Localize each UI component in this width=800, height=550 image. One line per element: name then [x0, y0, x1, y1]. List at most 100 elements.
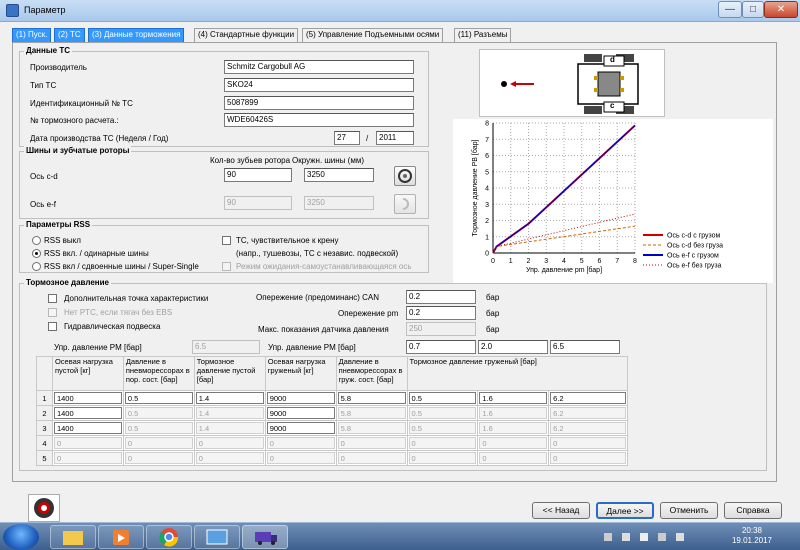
rss-single-radio[interactable] — [32, 249, 41, 258]
table-cell-input[interactable]: 0 — [337, 452, 406, 464]
clock-time: 20:38 — [741, 526, 762, 535]
taskbar-window[interactable] — [194, 525, 240, 549]
no-ptc-checkbox[interactable] — [48, 308, 57, 317]
taskbar-app-active[interactable] — [242, 525, 288, 549]
table-cell-input[interactable]: 1400 — [53, 392, 122, 404]
table-cell-input[interactable]: 0 — [195, 452, 264, 464]
table-cell-input[interactable]: 5.8 — [337, 407, 406, 419]
roll-sensitive-checkbox[interactable] — [222, 236, 231, 245]
tab-connectors[interactable]: (11) Разъемы — [454, 28, 512, 42]
taskbar-chrome[interactable] — [146, 525, 192, 549]
vehicle-data-group: Данные ТС Производитель Schmitz Cargobul… — [19, 46, 429, 147]
max-sensor-input[interactable]: 250 — [406, 322, 476, 336]
close-button[interactable]: ✕ — [764, 1, 798, 18]
table-cell: 0 — [548, 450, 628, 466]
taskbar-explorer[interactable] — [50, 525, 96, 549]
table-cell-input[interactable]: 0 — [337, 437, 406, 449]
manufacturer-input[interactable]: Schmitz Cargobull AG — [224, 60, 414, 74]
table-cell-input[interactable]: 9000 — [266, 392, 335, 404]
table-cell-input[interactable]: 9000 — [266, 407, 335, 419]
table-cell-input[interactable]: 0.5 — [124, 422, 193, 434]
table-cell-input[interactable]: 6.2 — [550, 422, 626, 434]
year-input[interactable]: 2011 — [376, 131, 414, 145]
table-cell-input[interactable]: 0 — [550, 437, 626, 449]
table-cell-input[interactable]: 6.2 — [550, 392, 626, 404]
table-cell-input[interactable]: 1.4 — [195, 392, 264, 404]
taskbar-media[interactable] — [98, 525, 144, 549]
table-cell: 1.4 — [193, 420, 266, 436]
advance-pm-input[interactable]: 0.2 — [406, 306, 476, 320]
self-steer-checkbox[interactable] — [222, 262, 231, 271]
rss-twin-radio[interactable] — [32, 262, 41, 271]
table-cell-input[interactable]: 0 — [479, 452, 548, 464]
table-cell-input[interactable]: 9000 — [266, 422, 335, 434]
start-button[interactable] — [3, 524, 39, 550]
pm-left-input[interactable]: 6.5 — [192, 340, 260, 354]
tab-standard-functions[interactable]: (4) Стандартные функции — [194, 28, 299, 42]
week-input[interactable]: 27 — [334, 131, 360, 145]
table-cell-input[interactable]: 0 — [124, 437, 193, 449]
table-cell-input[interactable]: 0 — [479, 437, 548, 449]
table-cell-input[interactable]: 0 — [408, 437, 477, 449]
hydraulic-checkbox[interactable] — [48, 322, 57, 331]
app-logo-button[interactable] — [28, 494, 60, 522]
table-cell-input[interactable]: 0 — [266, 437, 335, 449]
table-cell-input[interactable]: 5.8 — [337, 392, 406, 404]
table-cell: 6.2 — [548, 390, 628, 406]
extra-point-checkbox[interactable] — [48, 294, 57, 303]
table-cell-input[interactable]: 1400 — [53, 422, 122, 434]
table-cell: 0.5 — [406, 390, 479, 406]
cd-teeth-input[interactable]: 90 — [224, 168, 292, 182]
help-button[interactable]: Справка — [724, 502, 782, 519]
table-cell-input[interactable]: 1.6 — [479, 392, 548, 404]
type-input[interactable]: SKO24 — [224, 78, 414, 92]
teeth-header: Кол-во зубьев ротора — [210, 156, 291, 165]
x-tick-label: 8 — [633, 258, 637, 265]
tire-calc-cd-button[interactable] — [394, 166, 416, 186]
table-cell-input[interactable]: 5.8 — [337, 422, 406, 434]
back-button[interactable]: << Назад — [532, 502, 590, 519]
table-cell-input[interactable]: 0.5 — [408, 392, 477, 404]
ef-circumference-input[interactable]: 3250 — [304, 196, 374, 210]
table-cell-input[interactable]: 0.5 — [408, 407, 477, 419]
calc-input[interactable]: WDE60426S — [224, 113, 414, 127]
pm-right-input-2[interactable]: 2.0 — [478, 340, 548, 354]
table-cell-input[interactable]: 0 — [195, 437, 264, 449]
rss-off-radio[interactable] — [32, 236, 41, 245]
table-cell-input[interactable]: 1.6 — [479, 407, 548, 419]
pm-right-input-3[interactable]: 6.5 — [550, 340, 620, 354]
table-cell-input[interactable]: 0.5 — [124, 407, 193, 419]
table-cell-input[interactable]: 0 — [408, 452, 477, 464]
legend-entry: Ось e-f без груза — [667, 262, 722, 270]
table-cell-input[interactable]: 0.5 — [408, 422, 477, 434]
table-cell-input[interactable]: 1.4 — [195, 422, 264, 434]
table-cell: 0.5 — [406, 405, 479, 421]
advance-can-input[interactable]: 0.2 — [406, 290, 476, 304]
table-cell-input[interactable]: 1400 — [53, 407, 122, 419]
table-cell-input[interactable]: 0 — [124, 452, 193, 464]
maximize-button[interactable]: □ — [742, 1, 764, 18]
next-button[interactable]: Далее >> — [596, 502, 654, 519]
tire-icon — [402, 198, 409, 210]
table-cell-input[interactable]: 0 — [266, 452, 335, 464]
table-cell-input[interactable]: 0.5 — [124, 392, 193, 404]
tab-vehicle[interactable]: (2) ТС — [54, 28, 85, 42]
cancel-button[interactable]: Отменить — [660, 502, 718, 519]
table-cell-input[interactable]: 0 — [550, 452, 626, 464]
cd-circumference-input[interactable]: 3250 — [304, 168, 374, 182]
minimize-button[interactable]: — — [718, 1, 742, 18]
tab-brake-data[interactable]: (3) Данные торможения — [88, 28, 185, 42]
tab-lift-axles[interactable]: (5) Управление Подъемными осями — [302, 28, 444, 42]
tab-start[interactable]: (1) Пуск. — [12, 28, 52, 42]
table-cell-input[interactable]: 6.2 — [550, 407, 626, 419]
manufacturer-label: Производитель — [30, 63, 87, 72]
ef-teeth-input[interactable]: 90 — [224, 196, 292, 210]
pm-right-input-1[interactable]: 0.7 — [406, 340, 476, 354]
table-cell-input[interactable]: 1.6 — [479, 422, 548, 434]
tire-calc-ef-button[interactable] — [394, 194, 416, 214]
table-cell-input[interactable]: 1.4 — [195, 407, 264, 419]
table-cell: 0 — [406, 450, 479, 466]
table-cell-input[interactable]: 0 — [53, 437, 122, 449]
table-cell-input[interactable]: 0 — [53, 452, 122, 464]
vin-input[interactable]: 5087899 — [224, 96, 414, 110]
